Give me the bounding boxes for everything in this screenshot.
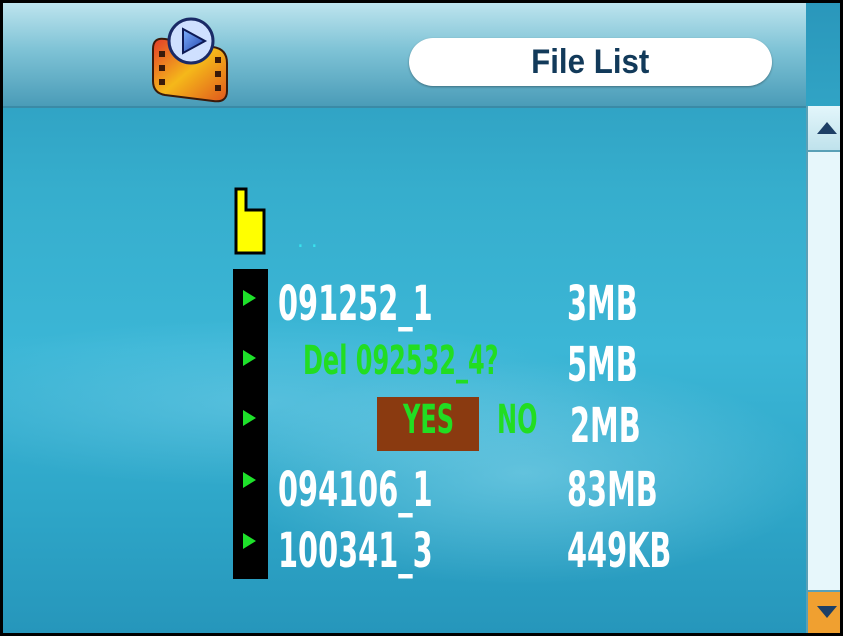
no-button-label: NO — [497, 397, 538, 443]
scroll-down-arrow-icon — [817, 606, 837, 618]
file-size: 2MB — [570, 398, 641, 454]
file-size: 449KB — [567, 523, 672, 579]
play-arrow-icon — [243, 350, 256, 366]
file-name[interactable]: 091252_1 — [278, 280, 433, 328]
vertical-scrollbar[interactable] — [806, 106, 840, 633]
folder-icon[interactable] — [233, 186, 267, 256]
file-name[interactable]: 100341_3 — [278, 527, 433, 575]
play-arrow-icon — [243, 472, 256, 488]
scroll-up-button[interactable] — [808, 106, 840, 152]
file-size: 5MB — [567, 337, 638, 393]
page-title: File List — [531, 42, 650, 81]
parent-directory-entry[interactable]: .. — [295, 231, 323, 252]
scroll-down-button[interactable] — [808, 590, 840, 633]
file-name[interactable]: 094106_1 — [278, 466, 433, 514]
delete-confirm-message: Del 092532_4? — [303, 338, 499, 384]
title-pill: File List — [409, 38, 772, 86]
video-player-logo-icon — [152, 17, 228, 103]
play-arrow-icon — [243, 410, 256, 426]
file-size: 3MB — [567, 276, 638, 332]
file-list-screen: File List .. 091252_1 3MB 5MB 2MB 094106… — [0, 0, 843, 636]
file-size: 83MB — [567, 462, 658, 518]
yes-button-label: YES — [403, 397, 455, 443]
header-bar: File List — [3, 3, 806, 108]
selection-column — [233, 269, 268, 579]
scroll-up-arrow-icon — [817, 122, 837, 134]
play-arrow-icon — [243, 533, 256, 549]
play-arrow-icon — [243, 290, 256, 306]
